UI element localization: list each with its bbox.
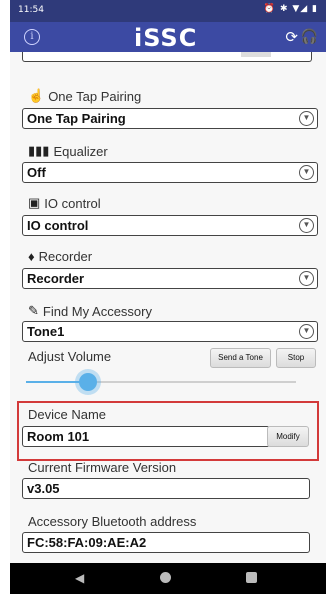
bt-address-label-text: Accessory Bluetooth address (28, 514, 197, 529)
hand-tap-icon: ☝ (28, 88, 45, 103)
microphone-icon: ♦ (28, 249, 35, 264)
device-name-label: Device Name (28, 407, 106, 422)
equalizer-value: Off (27, 165, 46, 180)
status-time: 11:54 (18, 5, 44, 15)
io-label: IO control (44, 195, 101, 211)
chevron-down-icon: ▼ (299, 271, 314, 286)
firmware-label: Current Firmware Version (28, 460, 176, 475)
volume-label: Adjust Volume (28, 349, 111, 364)
chevron-down-icon: ▼ (299, 218, 314, 233)
recorder-label-row: ♦ Recorder (28, 249, 92, 264)
volume-slider[interactable] (26, 373, 296, 391)
stop-button[interactable]: Stop (276, 348, 316, 368)
equalizer-icon: ▮▮▮ (28, 143, 50, 158)
io-label-row: ▣ IO control (28, 195, 101, 211)
bt-address-field: FC:58:FA:09:AE:A2 (22, 532, 310, 553)
home-icon[interactable] (160, 572, 171, 583)
recents-icon[interactable] (246, 572, 257, 583)
firmware-field: v3.05 (22, 478, 310, 499)
one-tap-select[interactable]: One Tap Pairing ▼ (22, 108, 318, 129)
info-icon[interactable]: i (24, 29, 40, 45)
app-bar: i iSSC ⟳ 🎧 (10, 22, 326, 52)
device-name-input[interactable]: Room 101 (22, 426, 270, 447)
find-label-row: ✎ Find My Accessory (28, 303, 152, 319)
equalizer-select[interactable]: Off ▼ (22, 162, 318, 183)
io-control-icon: ▣ (28, 195, 41, 210)
one-tap-label: One Tap Pairing (48, 88, 142, 104)
chevron-down-icon: ▼ (299, 324, 314, 339)
key-tag-icon: ✎ (28, 303, 39, 318)
volume-slider-thumb[interactable] (79, 373, 98, 391)
chevron-down-icon: ▼ (299, 165, 314, 180)
one-tap-label-row: ☝ One Tap Pairing (28, 88, 141, 104)
equalizer-label: Equalizer (53, 143, 108, 159)
firmware-label-text: Current Firmware Version (28, 460, 177, 475)
send-tone-button[interactable]: Send a Tone (210, 348, 271, 368)
volume-label-text: Adjust Volume (28, 349, 112, 364)
device-name-label-text: Device Name (28, 407, 107, 422)
screen-margin (0, 0, 10, 594)
back-icon[interactable]: ◀ (75, 571, 84, 585)
status-icons: ⏰ ✱ ▼◢ ▮ (263, 4, 318, 14)
previous-field-button-edge (241, 52, 271, 57)
app-logo: iSSC (134, 24, 198, 52)
find-label: Find My Accessory (42, 303, 152, 319)
chevron-down-icon: ▼ (299, 111, 314, 126)
equalizer-label-row: ▮▮▮ Equalizer (28, 143, 108, 159)
find-value: Tone1 (27, 324, 65, 339)
io-value: IO control (27, 218, 89, 233)
recorder-label: Recorder (38, 249, 93, 264)
recorder-value: Recorder (27, 271, 85, 286)
find-select[interactable]: Tone1 ▼ (22, 321, 318, 342)
bt-address-label: Accessory Bluetooth address (28, 514, 196, 529)
headset-icon[interactable]: 🎧 (301, 28, 318, 45)
sync-icon[interactable]: ⟳ (285, 28, 298, 46)
io-select[interactable]: IO control ▼ (22, 215, 318, 236)
android-nav-bar: ◀ (10, 563, 326, 594)
one-tap-value: One Tap Pairing (27, 111, 126, 126)
status-bar: 11:54 ⏰ ✱ ▼◢ ▮ (10, 0, 326, 22)
previous-field-edge (22, 52, 312, 62)
phone-screen: 11:54 ⏰ ✱ ▼◢ ▮ i iSSC ⟳ 🎧 ☝ One Tap Pair… (10, 0, 326, 594)
modify-button[interactable]: Modify (267, 426, 309, 447)
recorder-select[interactable]: Recorder ▼ (22, 268, 318, 289)
